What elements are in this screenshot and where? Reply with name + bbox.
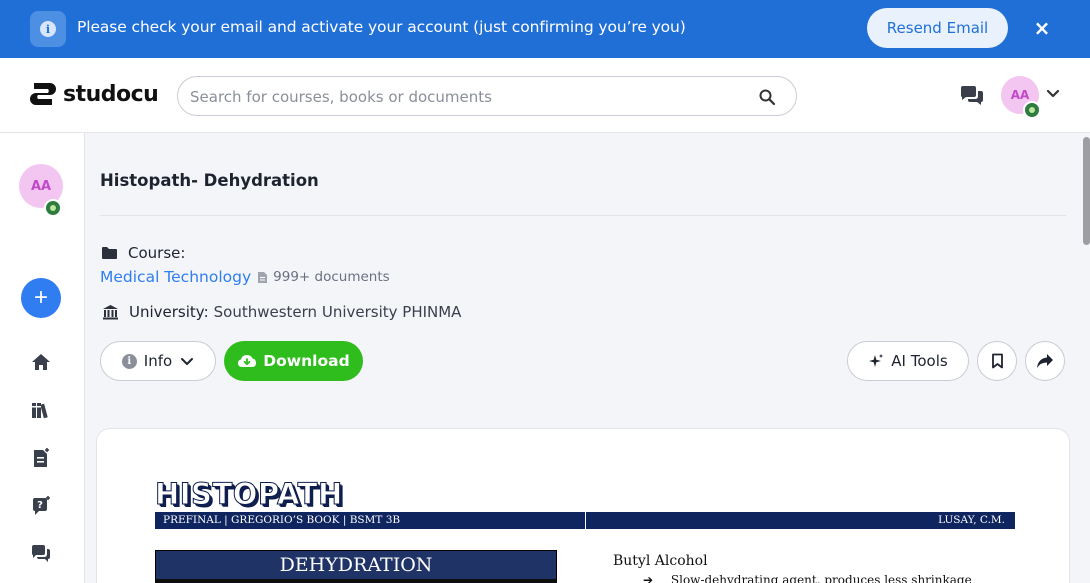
search-bar[interactable] xyxy=(177,76,797,116)
messages-icon[interactable] xyxy=(959,85,985,107)
course-link-row: Medical Technology 999+ documents xyxy=(100,268,390,286)
preview-bar-right: LUSAY, C.M. xyxy=(938,514,1005,526)
info-button[interactable]: i Info xyxy=(100,341,216,381)
new-document-icon[interactable] xyxy=(30,447,52,469)
create-button[interactable]: + xyxy=(21,278,61,318)
course-label: Course: xyxy=(128,244,186,262)
share-button[interactable] xyxy=(1025,341,1065,381)
scrollbar-thumb[interactable] xyxy=(1083,137,1090,245)
chevron-down-icon[interactable] xyxy=(1046,89,1060,99)
document-title: Histopath- Dehydration xyxy=(100,171,319,190)
svg-text:?: ? xyxy=(37,500,43,511)
download-button[interactable]: Download xyxy=(224,341,363,381)
preview-bar-left: PREFINAL | GREGORIO’S BOOK | BSMT 3B xyxy=(155,512,586,529)
ai-tools-button[interactable]: AI Tools xyxy=(847,341,969,381)
document-count-text: 999+ documents xyxy=(273,269,390,285)
folder-icon xyxy=(102,247,117,259)
ai-tools-label: AI Tools xyxy=(891,352,948,370)
library-icon[interactable] xyxy=(30,399,52,421)
chevron-down-icon xyxy=(181,357,194,365)
preview-bullet-text: Slow-dehydrating agent, produces less sh… xyxy=(670,573,972,583)
info-button-label: Info xyxy=(143,352,173,370)
top-header: studocu AA xyxy=(0,58,1090,133)
info-icon: i xyxy=(30,11,66,47)
university-icon xyxy=(103,305,118,320)
avatar-status-badge xyxy=(1023,101,1041,119)
preview-bullet: ➔ Slow-dehydrating agent, produces less … xyxy=(643,573,972,583)
home-icon[interactable] xyxy=(30,351,52,373)
university-link[interactable]: Southwestern University PHINMA xyxy=(214,303,462,321)
ask-question-icon[interactable]: ? xyxy=(30,495,52,517)
bookmark-button[interactable] xyxy=(977,341,1017,381)
banner-message: Please check your email and activate you… xyxy=(77,18,686,36)
university-label: University: xyxy=(129,303,209,321)
activation-banner: i Please check your email and activate y… xyxy=(0,0,1090,58)
document-count: 999+ documents xyxy=(257,269,390,285)
preview-heading: HISTOPATH xyxy=(155,477,343,512)
arrow-icon: ➔ xyxy=(643,573,654,583)
chat-icon[interactable] xyxy=(30,543,52,565)
preview-section-band xyxy=(155,579,557,583)
title-divider xyxy=(100,215,1066,216)
sidebar-avatar-badge xyxy=(44,199,62,217)
logo-text: studocu xyxy=(63,81,159,107)
close-icon[interactable]: × xyxy=(1032,16,1052,40)
cloud-download-icon xyxy=(238,355,257,367)
sparkle-icon xyxy=(869,354,884,367)
share-icon xyxy=(1037,354,1053,368)
search-icon[interactable] xyxy=(758,88,776,106)
preview-header-bar: PREFINAL | GREGORIO’S BOOK | BSMT 3B LUS… xyxy=(155,512,1015,529)
university-row: University: Southwestern University PHIN… xyxy=(102,303,461,321)
left-sidebar: AA + ? xyxy=(0,133,85,583)
document-preview[interactable]: HISTOPATH PREFINAL | GREGORIO’S BOOK | B… xyxy=(96,428,1070,583)
info-small-icon: i xyxy=(121,353,137,369)
info-glyph: i xyxy=(40,21,56,37)
course-link[interactable]: Medical Technology xyxy=(100,268,251,286)
preview-column-heading: Butyl Alcohol xyxy=(613,553,708,569)
download-button-label: Download xyxy=(263,352,350,370)
preview-section-title: DEHYDRATION xyxy=(155,550,557,580)
resend-email-button[interactable]: Resend Email xyxy=(867,8,1008,48)
studocu-logo-icon xyxy=(30,83,56,105)
bookmark-icon xyxy=(991,353,1003,369)
course-label-row: Course: xyxy=(101,244,185,262)
studocu-logo[interactable]: studocu xyxy=(28,79,159,109)
search-input[interactable] xyxy=(190,86,750,108)
document-icon xyxy=(258,271,268,283)
